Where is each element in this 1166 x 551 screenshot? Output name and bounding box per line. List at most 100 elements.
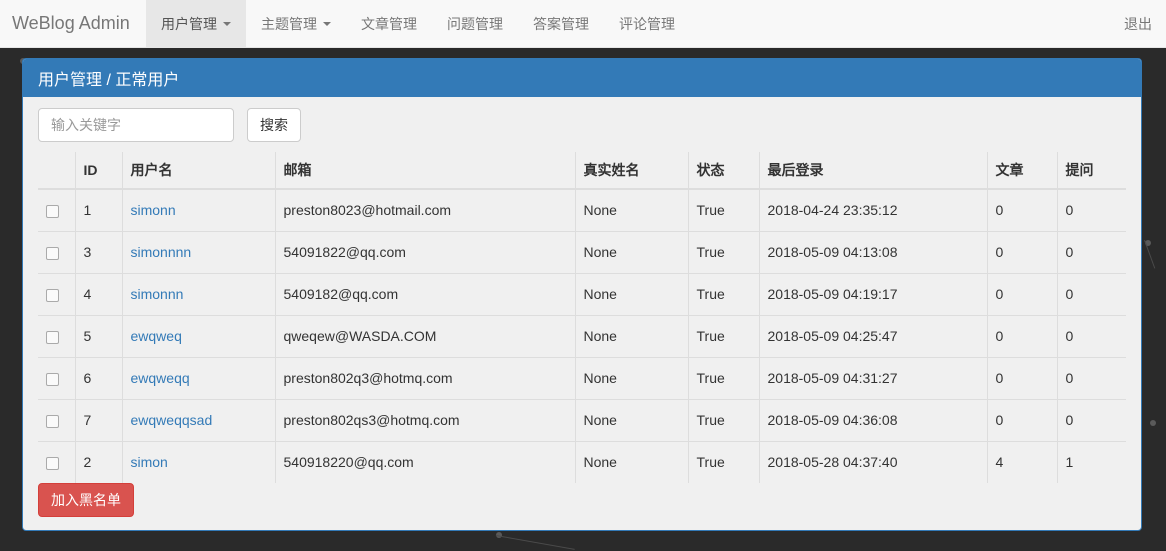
caret-down-icon [223, 21, 231, 26]
nav-answer-management[interactable]: 答案管理 [518, 0, 604, 47]
cell-questions: 0 [1056, 273, 1126, 315]
cell-last-login: 2018-05-09 04:13:08 [758, 231, 987, 273]
nav-label: 问题管理 [447, 15, 503, 32]
cell-realname: None [574, 399, 688, 441]
cell-last-login: 2018-05-09 04:31:27 [758, 357, 987, 399]
nav-label: 文章管理 [361, 15, 417, 32]
users-panel: 用户管理 / 正常用户 搜索 ID 用户名 邮箱 真实姓名 状态 最后登录 文章… [22, 58, 1142, 531]
row-checkbox[interactable] [46, 205, 59, 219]
cell-email: 540918220@qq.com [274, 441, 575, 483]
cell-email: preston8023@hotmail.com [274, 189, 575, 231]
cell-realname: None [574, 273, 688, 315]
caret-down-icon [323, 21, 331, 26]
top-navbar: WeBlog Admin 用户管理 主题管理 文章管理 问题管理 答案管理 评论… [0, 0, 1166, 48]
nav-label: 主题管理 [261, 15, 317, 32]
cell-last-login: 2018-05-09 04:25:47 [758, 315, 987, 357]
cell-status: True [687, 399, 759, 441]
cell-id: 7 [74, 399, 122, 441]
cell-last-login: 2018-05-09 04:36:08 [758, 399, 987, 441]
nav-article-management[interactable]: 文章管理 [346, 0, 432, 47]
cell-realname: None [574, 231, 688, 273]
nav-label: 答案管理 [533, 15, 589, 32]
cell-email: preston802qs3@hotmq.com [274, 399, 575, 441]
cell-questions: 1 [1056, 441, 1126, 483]
cell-articles: 0 [986, 315, 1057, 357]
username-link[interactable]: ewqweqqsad [131, 412, 213, 428]
column-header-last-login: 最后登录 [758, 152, 987, 190]
table-row: 5 ewqweq qweqew@WASDA.COM None True 2018… [38, 315, 1126, 357]
row-checkbox[interactable] [46, 330, 59, 344]
cell-questions: 0 [1056, 189, 1126, 231]
cell-id: 4 [74, 273, 122, 315]
table-row: 7 ewqweqqsad preston802qs3@hotmq.com Non… [38, 399, 1126, 441]
nav-comment-management[interactable]: 评论管理 [604, 0, 690, 47]
nav-label: 用户管理 [161, 15, 217, 32]
column-header-realname: 真实姓名 [574, 152, 688, 190]
column-header-id: ID [74, 152, 122, 190]
cell-articles: 0 [986, 357, 1057, 399]
row-checkbox[interactable] [46, 288, 59, 302]
nav-question-management[interactable]: 问题管理 [432, 0, 518, 47]
add-to-blacklist-button[interactable]: 加入黑名单 [38, 483, 134, 517]
brand-logo[interactable]: WeBlog Admin [0, 0, 146, 47]
background-line [495, 535, 575, 550]
username-link[interactable]: simonnn [131, 286, 184, 302]
table-row: 3 simonnnn 54091822@qq.com None True 201… [38, 231, 1126, 273]
cell-questions: 0 [1056, 315, 1126, 357]
cell-status: True [687, 357, 759, 399]
row-checkbox[interactable] [46, 372, 59, 386]
cell-email: 54091822@qq.com [274, 231, 575, 273]
row-checkbox[interactable] [46, 414, 59, 428]
table-header-row: ID 用户名 邮箱 真实姓名 状态 最后登录 文章 提问 [38, 152, 1126, 190]
cell-realname: None [574, 189, 688, 231]
cell-realname: None [574, 315, 688, 357]
username-link[interactable]: simon [131, 454, 168, 470]
search-button[interactable]: 搜索 [247, 108, 301, 142]
logout-link[interactable]: 退出 [1109, 0, 1166, 47]
cell-last-login: 2018-04-24 23:35:12 [758, 189, 987, 231]
cell-questions: 0 [1056, 231, 1126, 273]
table-row: 1 simonn preston8023@hotmail.com None Tr… [38, 189, 1126, 231]
column-header-questions: 提问 [1056, 152, 1126, 190]
cell-last-login: 2018-05-28 04:37:40 [758, 441, 987, 483]
table-row: 2 simon 540918220@qq.com None True 2018-… [38, 441, 1126, 483]
nav-label: 评论管理 [619, 15, 675, 32]
cell-status: True [687, 273, 759, 315]
row-checkbox[interactable] [46, 457, 59, 471]
cell-articles: 4 [986, 441, 1057, 483]
table-row: 6 ewqweqq preston802q3@hotmq.com None Tr… [38, 357, 1126, 399]
cell-email: preston802q3@hotmq.com [274, 357, 575, 399]
search-bar: 搜索 [38, 108, 301, 142]
cell-articles: 0 [986, 231, 1057, 273]
table-row: 4 simonnn 5409182@qq.com None True 2018-… [38, 273, 1126, 315]
cell-realname: None [574, 357, 688, 399]
nav-topic-management[interactable]: 主题管理 [246, 0, 346, 47]
background-dot [1150, 420, 1156, 426]
cell-id: 3 [74, 231, 122, 273]
username-link[interactable]: simonn [131, 202, 176, 218]
cell-id: 5 [74, 315, 122, 357]
username-link[interactable]: simonnnn [131, 244, 192, 260]
cell-realname: None [574, 441, 688, 483]
cell-id: 1 [74, 189, 122, 231]
cell-status: True [687, 441, 759, 483]
cell-questions: 0 [1056, 357, 1126, 399]
cell-id: 6 [74, 357, 122, 399]
column-header-email: 邮箱 [274, 152, 575, 190]
username-link[interactable]: ewqweq [131, 328, 182, 344]
column-header-username: 用户名 [121, 152, 275, 190]
cell-email: qweqew@WASDA.COM [274, 315, 575, 357]
cell-status: True [687, 315, 759, 357]
nav-user-management[interactable]: 用户管理 [146, 0, 246, 47]
username-link[interactable]: ewqweqq [131, 370, 190, 386]
cell-questions: 0 [1056, 399, 1126, 441]
cell-articles: 0 [986, 189, 1057, 231]
search-input[interactable] [38, 108, 234, 142]
users-table: ID 用户名 邮箱 真实姓名 状态 最后登录 文章 提问 1 simonn pr… [38, 152, 1126, 483]
cell-articles: 0 [986, 273, 1057, 315]
cell-email: 5409182@qq.com [274, 273, 575, 315]
column-header-articles: 文章 [986, 152, 1057, 190]
cell-status: True [687, 189, 759, 231]
row-checkbox[interactable] [46, 246, 59, 260]
cell-id: 2 [74, 441, 122, 483]
